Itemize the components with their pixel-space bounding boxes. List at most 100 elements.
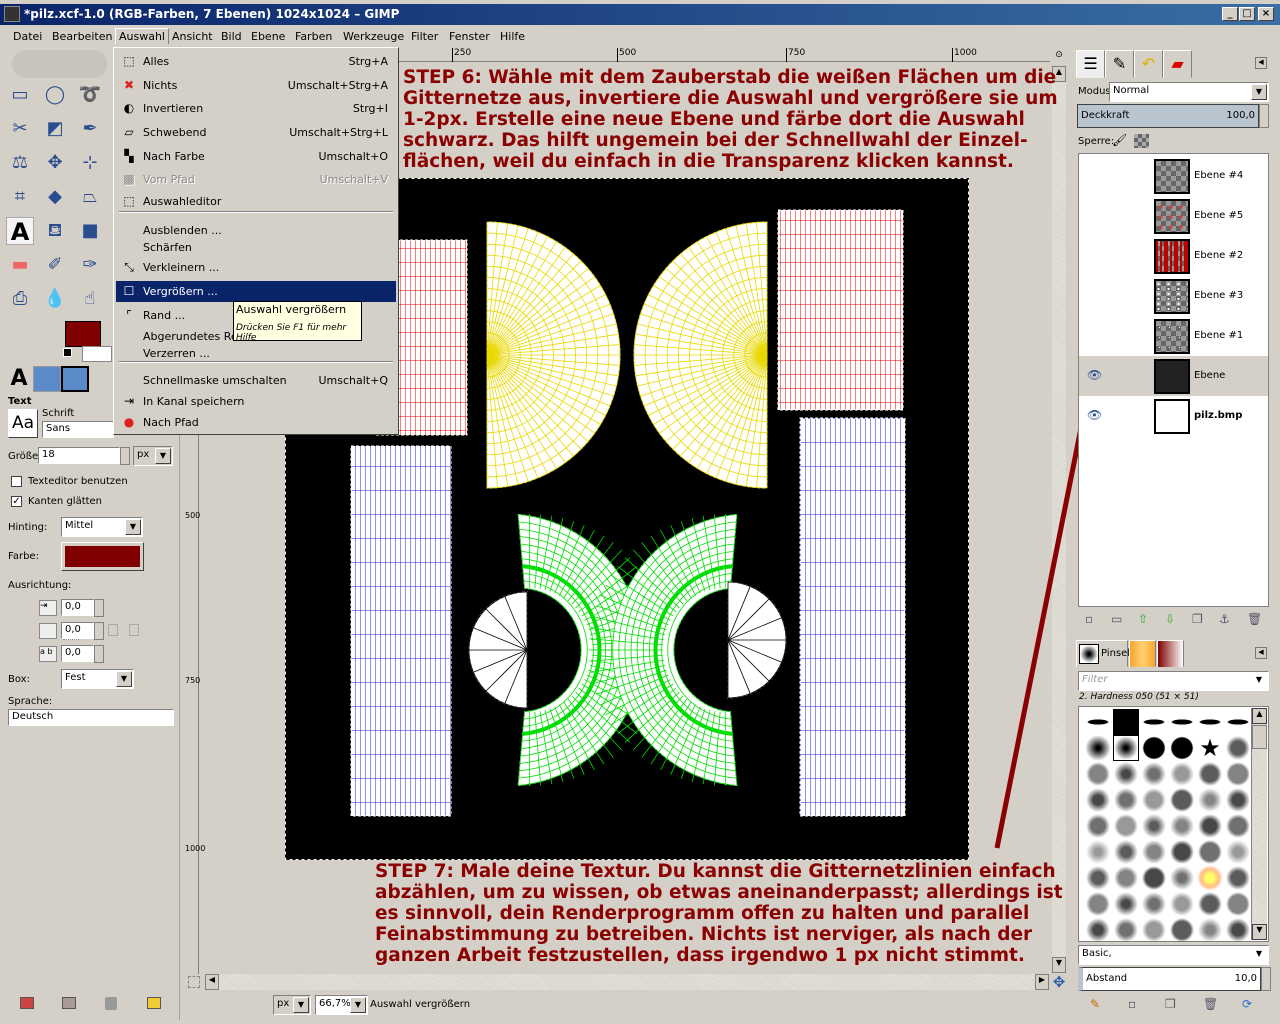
delete-options-icon[interactable] — [105, 997, 117, 1010]
brush-item[interactable] — [1225, 709, 1251, 735]
new-layer-icon[interactable]: ▫ — [1085, 612, 1093, 626]
letter-spacing-spinner[interactable] — [94, 645, 104, 663]
menu-datei[interactable]: Datei — [13, 30, 42, 43]
layer-row[interactable]: Ebene #5 — [1079, 196, 1268, 236]
brush-item[interactable] — [1225, 735, 1251, 761]
use-editor-checkbox[interactable] — [11, 476, 22, 487]
menu-item[interactable]: ● Nach Pfad — [116, 412, 396, 433]
hinting-select[interactable]: Mittel ▼ — [61, 517, 143, 537]
gradients-tab-icon[interactable] — [1157, 640, 1184, 667]
maximize-button[interactable]: □ — [1239, 7, 1255, 21]
text-color-button[interactable] — [61, 542, 144, 571]
brush-item[interactable] — [1141, 917, 1167, 943]
brush-item[interactable] — [1225, 761, 1251, 787]
brush-item[interactable] — [1197, 865, 1223, 891]
brush-item[interactable] — [1085, 709, 1111, 735]
brush-item[interactable] — [1113, 865, 1139, 891]
brush-item[interactable] — [1141, 735, 1167, 761]
brush-item[interactable] — [1141, 865, 1167, 891]
brush-item[interactable] — [1169, 813, 1195, 839]
lower-layer-icon[interactable]: ⇩ — [1165, 612, 1175, 626]
duplicate-layer-icon[interactable]: ❐ — [1192, 612, 1203, 626]
line-spacing-spinner[interactable] — [94, 622, 104, 640]
scroll-thumb[interactable] — [1252, 725, 1267, 749]
paths-tool-icon[interactable]: ✒ — [76, 115, 104, 143]
move-tool-icon[interactable]: ✥ — [41, 149, 69, 177]
menu-ansicht[interactable]: Ansicht — [172, 30, 213, 43]
brush-item[interactable] — [1197, 709, 1223, 735]
brush-filter-input[interactable]: Filter ▼ — [1078, 671, 1269, 691]
antialias-checkbox[interactable]: ✓ — [11, 496, 22, 507]
reset-options-icon[interactable] — [147, 997, 161, 1009]
brush-item[interactable] — [1113, 761, 1139, 787]
scissors-tool-icon[interactable]: ✂ — [6, 115, 34, 143]
save-options-icon[interactable] — [20, 997, 34, 1009]
line-spacing-input[interactable]: 0,0 — [61, 622, 94, 639]
brush-item[interactable] — [1085, 735, 1111, 761]
brush-set-select[interactable]: Basic, ▼ — [1078, 945, 1269, 965]
brush-item[interactable] — [1225, 865, 1251, 891]
brush-item[interactable] — [1113, 839, 1139, 865]
undo-history-tab-icon[interactable]: ↶ — [1134, 50, 1163, 78]
foreground-color-swatch[interactable] — [65, 321, 101, 347]
ink-tool-icon[interactable]: ✑ — [76, 251, 104, 279]
menu-fenster[interactable]: Fenster — [449, 30, 490, 43]
layer-row[interactable]: Ebene #4 — [1079, 156, 1268, 196]
indent-spinner[interactable] — [94, 599, 104, 617]
delete-brush-icon[interactable]: 🗑 — [1203, 997, 1218, 1011]
brushes-tab[interactable]: Pinsel — [1076, 640, 1130, 667]
quick-mask-toggle-icon[interactable] — [188, 976, 200, 988]
layer-row[interactable]: Ebene #2 — [1079, 236, 1268, 276]
device-status-tab-icon[interactable] — [33, 366, 61, 392]
layer-row[interactable]: Ebene #1 — [1079, 316, 1268, 356]
text-tool-icon[interactable]: A — [6, 217, 34, 246]
brush-item[interactable] — [1085, 917, 1111, 943]
brush-item[interactable] — [1169, 735, 1195, 761]
perspective-tool-icon[interactable]: ⏢ — [76, 183, 104, 211]
language-input[interactable]: Deutsch — [8, 709, 174, 726]
menu-item[interactable]: ▚ Nach Farbe Umschalt+O — [116, 146, 396, 167]
brush-item[interactable] — [1197, 813, 1223, 839]
visibility-eye-icon[interactable]: 👁 — [1087, 408, 1102, 422]
scroll-left-button[interactable]: ◀ — [205, 974, 219, 990]
brush-item[interactable] — [1113, 735, 1139, 761]
menu-bearbeiten[interactable]: Bearbeiten — [52, 30, 112, 43]
airbrush-tool-icon[interactable]: ✐ — [41, 251, 69, 279]
brush-item[interactable] — [1225, 839, 1251, 865]
eraser-tool-icon[interactable]: ▬ — [6, 251, 34, 279]
menu-item[interactable]: ◐ Invertieren Strg+I — [116, 98, 396, 119]
zoom-select[interactable]: 66,7% ▼ — [315, 995, 368, 1015]
brush-item[interactable] — [1085, 787, 1111, 813]
brush-item[interactable] — [1141, 813, 1167, 839]
brush-item[interactable] — [1113, 787, 1139, 813]
paths-tab-icon[interactable]: ✎ — [1105, 50, 1134, 78]
menu-filter[interactable]: Filter — [411, 30, 438, 43]
font-input[interactable]: Sans — [42, 421, 114, 438]
brush-item[interactable] — [1085, 839, 1111, 865]
channels-tab-icon[interactable]: ▰ — [1163, 50, 1192, 78]
minimize-button[interactable]: _ — [1222, 7, 1238, 21]
blend-tool-icon[interactable]: ■ — [76, 217, 104, 245]
brush-item[interactable] — [1113, 891, 1139, 917]
brush-item[interactable] — [1197, 891, 1223, 917]
menu-auswahl[interactable]: Auswahl — [115, 28, 169, 44]
spacing-spinner[interactable] — [1261, 967, 1271, 991]
layer-row[interactable]: 👁 Ebene — [1079, 356, 1268, 396]
zoom-image-icon[interactable]: ⊙ — [1052, 50, 1066, 62]
background-color-swatch[interactable] — [82, 346, 112, 362]
unit-select[interactable]: px ▼ — [273, 995, 311, 1015]
brush-item[interactable] — [1225, 787, 1251, 813]
horizontal-scrollbar[interactable] — [219, 974, 1035, 990]
vertical-scrollbar[interactable] — [1052, 82, 1066, 957]
brush-item[interactable] — [1113, 813, 1139, 839]
size-unit-select[interactable]: px ▼ — [133, 446, 173, 466]
menu-item[interactable]: ⬚ Alles Strg+A — [116, 51, 396, 72]
menu-werkzeuge[interactable]: Werkzeuge — [343, 30, 404, 43]
brush-item[interactable] — [1225, 891, 1251, 917]
duplicate-brush-icon[interactable]: ❐ — [1165, 997, 1176, 1011]
close-button[interactable]: × — [1258, 7, 1274, 21]
brush-item[interactable] — [1141, 761, 1167, 787]
free-select-tool-icon[interactable]: ➰ — [76, 81, 104, 109]
brush-item[interactable] — [1169, 787, 1195, 813]
brush-item[interactable] — [1085, 865, 1111, 891]
